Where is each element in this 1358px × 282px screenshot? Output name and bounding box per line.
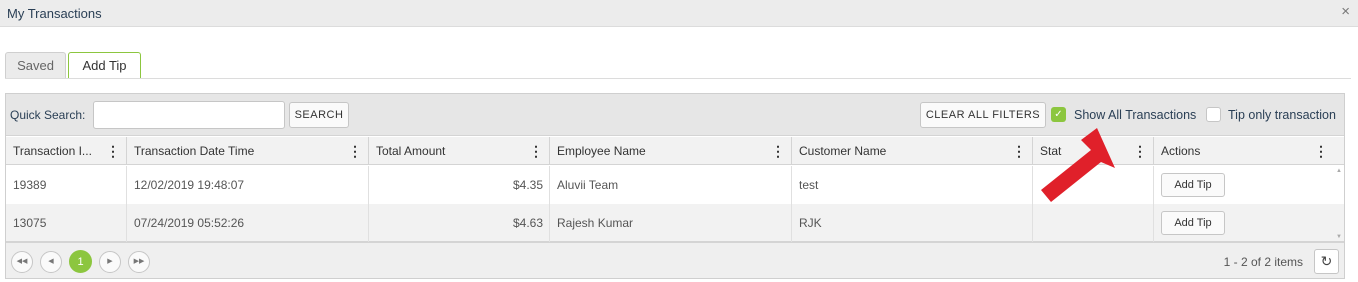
show-all-transactions-checkbox[interactable]: ✓ (1051, 107, 1066, 122)
page-1-button[interactable]: 1 (69, 250, 92, 273)
cell-employee-name: Rajesh Kumar (550, 204, 792, 242)
tip-only-checkbox[interactable] (1206, 107, 1221, 122)
scroll-up-icon[interactable]: ▲ (1336, 168, 1342, 174)
column-menu-icon[interactable]: ⋮ (529, 137, 543, 165)
tab-divider (5, 78, 1351, 79)
column-header-actions[interactable]: Actions ⋮ (1154, 137, 1334, 165)
refresh-icon[interactable]: ↻ (1314, 249, 1339, 274)
cell-transaction-id: 19389 (6, 166, 127, 204)
column-header-employee-name[interactable]: Employee Name ⋮ (550, 137, 792, 165)
pager: ◀◀ ◀ 1 ▶ ▶▶ 1 - 2 of 2 items ↻ (6, 242, 1344, 278)
add-tip-button[interactable]: Add Tip (1161, 211, 1225, 235)
column-header-total-amount[interactable]: Total Amount ⋮ (369, 137, 550, 165)
first-page-button[interactable]: ◀◀ (11, 251, 33, 273)
column-menu-icon[interactable]: ⋮ (1133, 137, 1147, 165)
clear-all-filters-button[interactable]: CLEAR ALL FILTERS (920, 102, 1046, 128)
show-all-transactions-label[interactable]: Show All Transactions (1074, 108, 1196, 122)
quick-search-label: Quick Search: (10, 108, 86, 122)
cell-actions: Add Tip (1154, 204, 1334, 242)
search-button[interactable]: SEARCH (289, 102, 349, 128)
window-title: My Transactions (7, 6, 102, 21)
cell-total-amount: $4.35 (369, 166, 550, 204)
column-header-label: Customer Name (799, 144, 887, 158)
column-menu-icon[interactable]: ⋮ (1012, 137, 1026, 165)
cell-total-amount: $4.63 (369, 204, 550, 242)
column-menu-icon[interactable]: ⋮ (106, 137, 120, 165)
close-icon[interactable]: × (1341, 4, 1350, 20)
transactions-grid: Quick Search: SEARCH CLEAR ALL FILTERS ✓… (5, 93, 1345, 279)
vertical-scrollbar[interactable]: ▲ ▼ (1334, 166, 1344, 242)
column-header-label: Employee Name (557, 144, 646, 158)
add-tip-button[interactable]: Add Tip (1161, 173, 1225, 197)
grid-toolbar: Quick Search: SEARCH CLEAR ALL FILTERS ✓… (6, 94, 1344, 136)
cell-employee-name: Aluvii Team (550, 166, 792, 204)
quick-search-input[interactable] (93, 101, 285, 129)
prev-page-button[interactable]: ◀ (40, 251, 62, 273)
column-menu-icon[interactable]: ⋮ (1314, 137, 1328, 165)
cell-date-time: 07/24/2019 05:52:26 (127, 204, 369, 242)
column-header-date-time[interactable]: Transaction Date Time ⋮ (127, 137, 369, 165)
red-arrow-icon (1041, 128, 1115, 202)
cell-customer-name: RJK (792, 204, 1033, 242)
tip-only-label[interactable]: Tip only transaction (1228, 108, 1336, 122)
scroll-down-icon[interactable]: ▼ (1336, 234, 1342, 240)
cell-transaction-id: 13075 (6, 204, 127, 242)
window-titlebar: My Transactions × (0, 0, 1358, 27)
tab-add-tip[interactable]: Add Tip (68, 52, 141, 79)
column-header-customer-name[interactable]: Customer Name ⋮ (792, 137, 1033, 165)
cell-actions: Add Tip (1154, 166, 1334, 204)
table-header: Transaction I... ⋮ Transaction Date Time ⋮… (6, 137, 1344, 165)
tab-saved[interactable]: Saved (5, 52, 66, 79)
column-header-label: Transaction Date Time (134, 144, 255, 158)
cell-date-time: 12/02/2019 19:48:07 (127, 166, 369, 204)
next-page-button[interactable]: ▶ (99, 251, 121, 273)
column-header-label: Total Amount (376, 144, 446, 158)
column-header-transaction-id[interactable]: Transaction I... ⋮ (6, 137, 127, 165)
cell-status (1033, 204, 1154, 242)
pager-info: 1 - 2 of 2 items (1223, 255, 1303, 269)
table-row[interactable]: 13075 07/24/2019 05:52:26 $4.63 Rajesh K… (6, 204, 1344, 242)
cell-customer-name: test (792, 166, 1033, 204)
column-header-label: Actions (1161, 144, 1201, 158)
column-menu-icon[interactable]: ⋮ (348, 137, 362, 165)
last-page-button[interactable]: ▶▶ (128, 251, 150, 273)
check-icon: ✓ (1054, 109, 1063, 120)
table-row[interactable]: 19389 12/02/2019 19:48:07 $4.35 Aluvii T… (6, 166, 1344, 204)
column-menu-icon[interactable]: ⋮ (771, 137, 785, 165)
column-header-label: Transaction I... (13, 144, 92, 158)
